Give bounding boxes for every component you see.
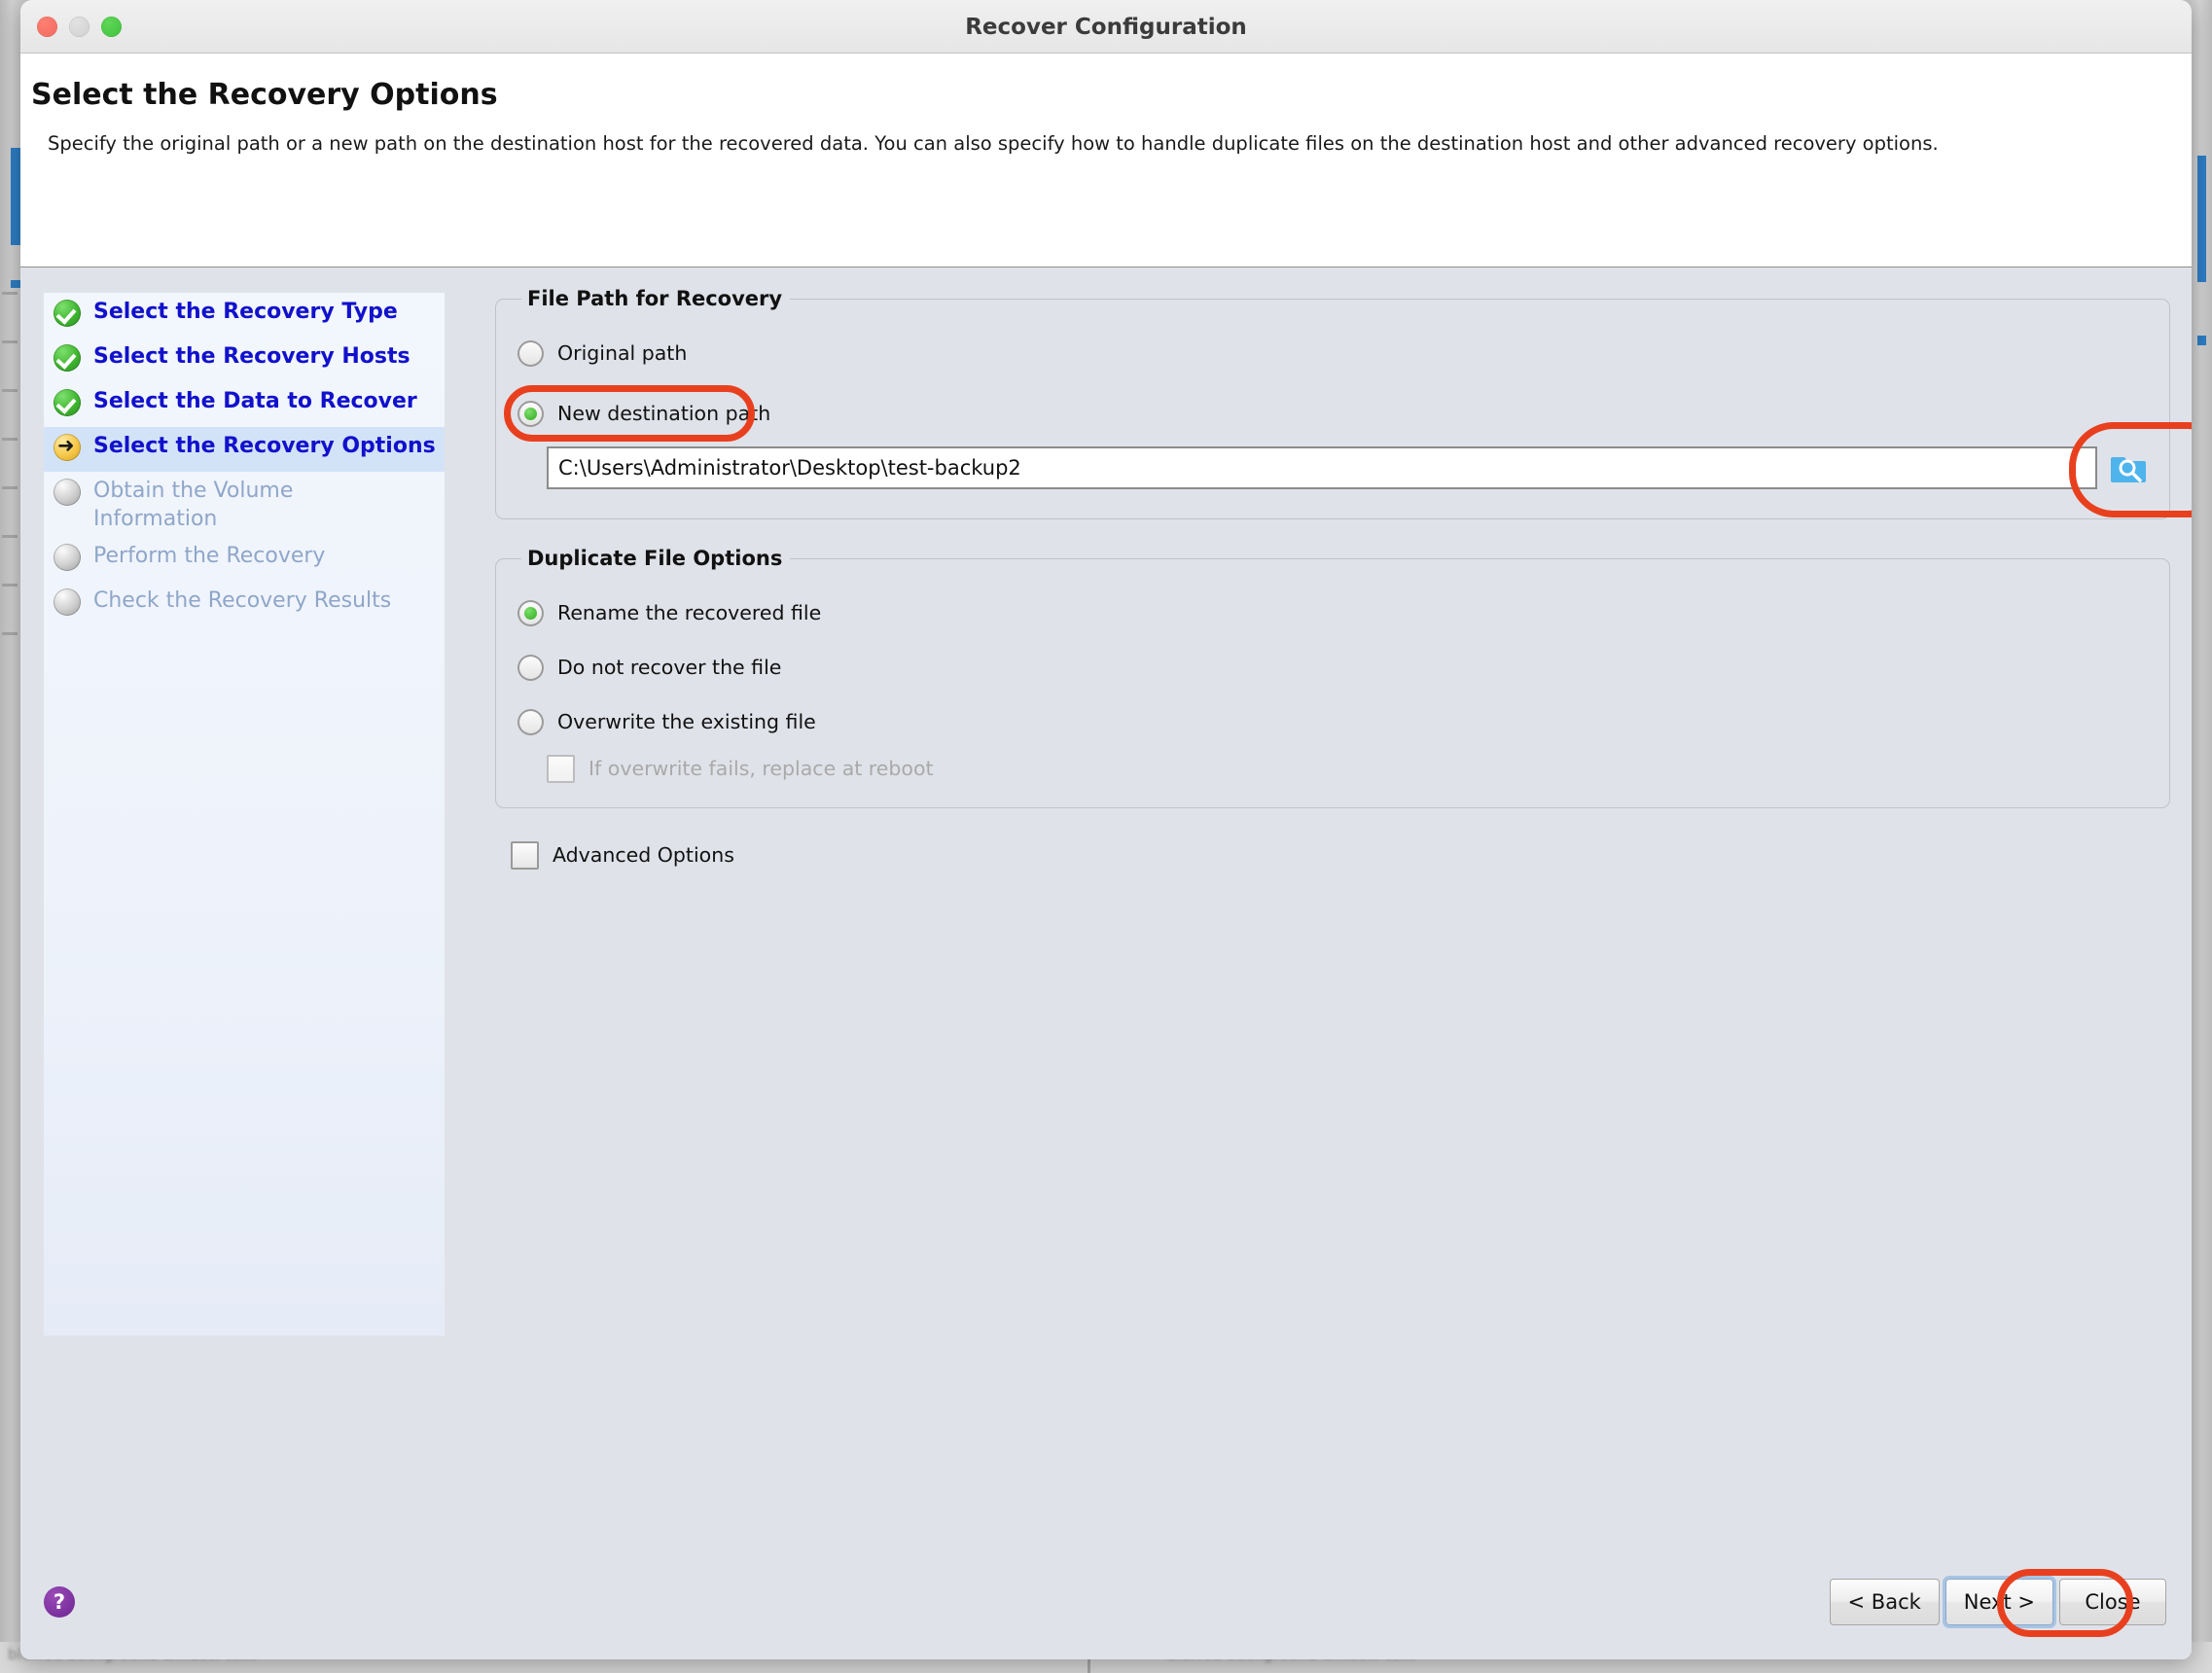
browse-folder-button[interactable]	[2109, 448, 2148, 487]
overwrite-existing-file-radio-row[interactable]: Overwrite the existing file	[517, 702, 2148, 741]
do-not-recover-file-radio[interactable]	[517, 654, 544, 681]
rename-recovered-file-radio[interactable]	[517, 599, 544, 626]
recovery-options-panel: File Path for Recovery Original path New…	[495, 287, 2192, 872]
recover-configuration-dialog: Recover Configuration Select the Recover…	[20, 0, 2192, 1659]
file-path-group-legend: File Path for Recovery	[527, 287, 783, 310]
sidebar-item-label: Select the Recovery Options	[93, 434, 436, 458]
page-title: Select the Recovery Options	[31, 78, 498, 112]
advanced-options-row[interactable]: Advanced Options	[511, 837, 2170, 872]
sidebar-item-select-the-recovery-type[interactable]: Select the Recovery Type	[44, 293, 445, 338]
duplicate-file-options-group: Duplicate File Options Rename the recove…	[495, 547, 2170, 808]
dialog-footer: ? < Back Next > Close	[20, 1561, 2192, 1659]
footer-button-group: < Back Next > Close	[1829, 1579, 2166, 1625]
original-path-radio-row[interactable]: Original path	[517, 334, 2148, 373]
step-current-arrow-icon	[54, 432, 81, 461]
step-pending-circle-icon	[54, 479, 81, 506]
sidebar-item-select-the-data-to-recover[interactable]: Select the Data to Recover	[44, 382, 445, 427]
background-line	[2, 535, 18, 538]
overwrite-existing-file-label: Overwrite the existing file	[557, 710, 816, 733]
background-line	[2, 340, 18, 343]
new-destination-path-radio-row[interactable]: New destination path	[504, 385, 2148, 442]
background-line	[2, 632, 18, 635]
sidebar-item-obtain-the-volume-information: Obtain the Volume Information	[44, 472, 445, 537]
sidebar-item-select-the-recovery-hosts[interactable]: Select the Recovery Hosts	[44, 338, 445, 382]
background-line	[2, 438, 18, 441]
window-titlebar: Recover Configuration	[20, 0, 2192, 53]
background-accent-right	[2197, 156, 2206, 282]
background-line	[2, 292, 18, 295]
duplicate-file-options-legend: Duplicate File Options	[527, 547, 783, 570]
background-line	[2, 486, 18, 489]
destination-path-row	[547, 422, 2192, 517]
advanced-options-label: Advanced Options	[553, 843, 734, 867]
rename-recovered-file-label: Rename the recovered file	[557, 601, 822, 624]
sidebar-item-label: Obtain the Volume Information	[93, 479, 294, 531]
sidebar-item-perform-the-recovery: Perform the Recovery	[44, 537, 445, 582]
new-destination-path-label: New destination path	[557, 402, 771, 425]
sidebar-item-label: Perform the Recovery	[93, 544, 326, 569]
replace-at-reboot-checkbox-row: If overwrite fails, replace at reboot	[547, 751, 2148, 786]
step-pending-circle-icon	[54, 544, 81, 572]
background-accent-left	[11, 148, 20, 245]
sidebar-item-label: Select the Recovery Hosts	[93, 344, 410, 369]
background-accent-left-2	[11, 280, 20, 288]
do-not-recover-file-radio-row[interactable]: Do not recover the file	[517, 648, 2148, 687]
advanced-options-checkbox[interactable]	[511, 840, 539, 870]
wizard-steps-sidebar: Select the Recovery Type Select the Reco…	[44, 293, 445, 1335]
step-complete-check-icon	[54, 344, 81, 372]
window-title: Recover Configuration	[965, 15, 1247, 40]
dialog-body: Select the Recovery Type Select the Reco…	[20, 267, 2192, 1561]
sidebar-item-label: Select the Data to Recover	[93, 389, 417, 413]
step-complete-check-icon	[54, 389, 81, 416]
do-not-recover-file-label: Do not recover the file	[557, 656, 782, 679]
new-destination-path-radio[interactable]	[517, 400, 544, 427]
page-description: Specify the original path or a new path …	[48, 132, 1939, 155]
step-pending-circle-icon	[54, 588, 81, 617]
folder-search-icon	[2111, 457, 2146, 482]
background-accent-right-2	[2197, 336, 2206, 345]
original-path-label: Original path	[557, 341, 688, 365]
replace-at-reboot-label: If overwrite fails, replace at reboot	[589, 757, 934, 780]
sidebar-item-select-the-recovery-options[interactable]: Select the Recovery Options	[44, 427, 445, 472]
sidebar-item-check-the-recovery-results: Check the Recovery Results	[44, 582, 445, 626]
step-complete-check-icon	[54, 300, 81, 327]
overwrite-existing-file-radio[interactable]	[517, 708, 544, 735]
page-header: Select the Recovery Options Specify the …	[20, 53, 2192, 267]
file-path-for-recovery-group: File Path for Recovery Original path New…	[495, 287, 2192, 519]
sidebar-item-label: Select the Recovery Type	[93, 300, 398, 324]
replace-at-reboot-checkbox	[547, 754, 575, 783]
rename-recovered-file-radio-row[interactable]: Rename the recovered file	[517, 593, 2148, 632]
next-button[interactable]: Next >	[1944, 1579, 2053, 1625]
help-button[interactable]: ?	[44, 1586, 75, 1618]
back-button[interactable]: < Back	[1829, 1579, 1940, 1625]
close-button[interactable]: Close	[2059, 1579, 2166, 1625]
original-path-radio[interactable]	[517, 339, 544, 367]
sidebar-item-label: Check the Recovery Results	[93, 588, 392, 614]
destination-path-input[interactable]	[547, 446, 2097, 489]
background-line	[2, 584, 18, 587]
background-line	[2, 389, 18, 392]
